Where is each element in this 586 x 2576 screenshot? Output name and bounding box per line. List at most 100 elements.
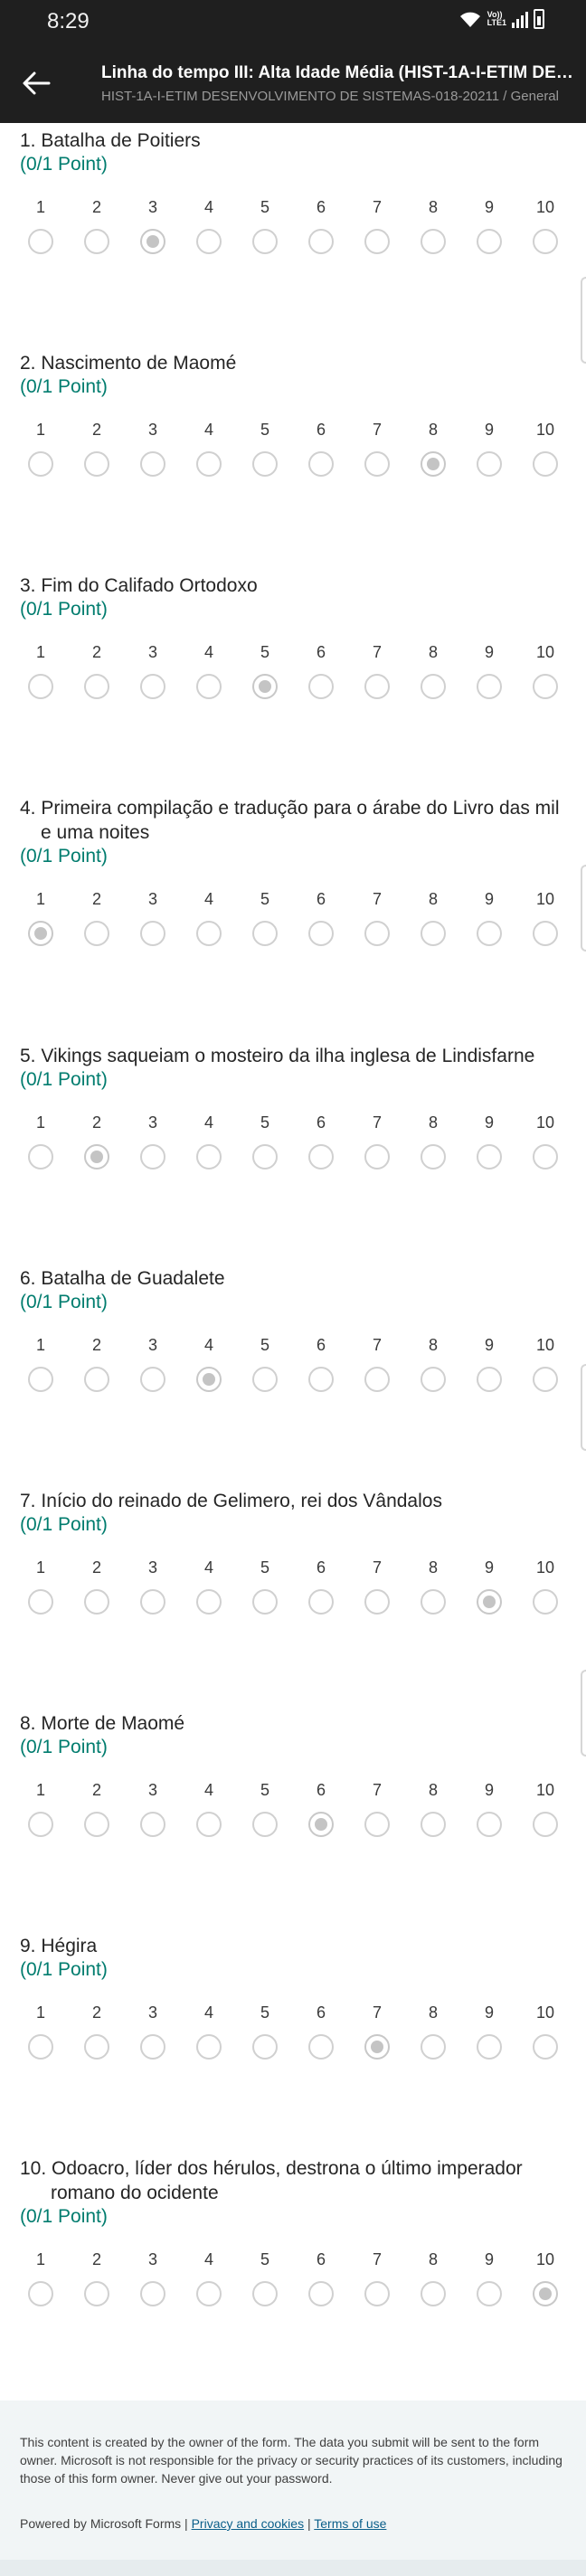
rating-option[interactable]: 3 bbox=[130, 198, 175, 254]
rating-option[interactable]: 9 bbox=[467, 1781, 512, 1837]
rating-option[interactable]: 7 bbox=[354, 643, 400, 699]
radio-button[interactable] bbox=[421, 2034, 446, 2060]
rating-option[interactable]: 4 bbox=[186, 643, 232, 699]
radio-button[interactable] bbox=[533, 1812, 558, 1837]
rating-option[interactable]: 5 bbox=[242, 890, 288, 946]
rating-option[interactable]: 2 bbox=[74, 2250, 119, 2306]
rating-option[interactable]: 6 bbox=[298, 421, 344, 477]
rating-option[interactable]: 5 bbox=[242, 1781, 288, 1837]
rating-option[interactable]: 5 bbox=[242, 643, 288, 699]
rating-option[interactable]: 5 bbox=[242, 421, 288, 477]
radio-button[interactable] bbox=[477, 229, 502, 254]
radio-button[interactable] bbox=[364, 1812, 390, 1837]
rating-option[interactable]: 3 bbox=[130, 421, 175, 477]
rating-option[interactable]: 4 bbox=[186, 1558, 232, 1615]
radio-button[interactable] bbox=[421, 1589, 446, 1615]
rating-option[interactable]: 7 bbox=[354, 1336, 400, 1392]
rating-option[interactable]: 7 bbox=[354, 1558, 400, 1615]
radio-button[interactable] bbox=[252, 1589, 278, 1615]
radio-button[interactable] bbox=[308, 2034, 334, 2060]
radio-button[interactable] bbox=[252, 921, 278, 946]
radio-button[interactable] bbox=[308, 921, 334, 946]
radio-button[interactable] bbox=[84, 1812, 109, 1837]
radio-button[interactable] bbox=[196, 229, 222, 254]
rating-option[interactable]: 9 bbox=[467, 890, 512, 946]
rating-option[interactable]: 1 bbox=[18, 1558, 63, 1615]
rating-option[interactable]: 4 bbox=[186, 421, 232, 477]
radio-button[interactable] bbox=[421, 921, 446, 946]
radio-button[interactable] bbox=[477, 921, 502, 946]
radio-button[interactable] bbox=[252, 2034, 278, 2060]
radio-button[interactable] bbox=[84, 229, 109, 254]
rating-option[interactable]: 5 bbox=[242, 198, 288, 254]
rating-option[interactable]: 6 bbox=[298, 198, 344, 254]
radio-button[interactable] bbox=[308, 229, 334, 254]
radio-button[interactable] bbox=[308, 674, 334, 699]
rating-option[interactable]: 8 bbox=[411, 2003, 456, 2060]
radio-button[interactable] bbox=[421, 674, 446, 699]
radio-button[interactable] bbox=[364, 229, 390, 254]
rating-option[interactable]: 8 bbox=[411, 1781, 456, 1837]
rating-option[interactable]: 9 bbox=[467, 2003, 512, 2060]
radio-button[interactable] bbox=[140, 1812, 165, 1837]
radio-selected[interactable] bbox=[196, 1367, 222, 1392]
radio-button[interactable] bbox=[28, 2281, 53, 2306]
rating-option[interactable]: 6 bbox=[298, 1336, 344, 1392]
rating-option[interactable]: 9 bbox=[467, 198, 512, 254]
radio-button[interactable] bbox=[477, 2034, 502, 2060]
rating-option[interactable]: 2 bbox=[74, 890, 119, 946]
radio-button[interactable] bbox=[308, 1367, 334, 1392]
rating-option[interactable]: 10 bbox=[523, 643, 568, 699]
radio-button[interactable] bbox=[196, 2034, 222, 2060]
radio-button[interactable] bbox=[196, 1812, 222, 1837]
rating-option[interactable]: 10 bbox=[523, 1781, 568, 1837]
rating-option[interactable]: 6 bbox=[298, 1113, 344, 1170]
radio-button[interactable] bbox=[28, 1367, 53, 1392]
rating-option[interactable]: 2 bbox=[74, 2003, 119, 2060]
rating-option[interactable]: 10 bbox=[523, 1558, 568, 1615]
rating-option[interactable]: 1 bbox=[18, 890, 63, 946]
radio-button[interactable] bbox=[84, 2034, 109, 2060]
radio-button[interactable] bbox=[140, 1589, 165, 1615]
radio-button[interactable] bbox=[140, 2281, 165, 2306]
rating-option[interactable]: 6 bbox=[298, 2003, 344, 2060]
radio-button[interactable] bbox=[533, 2034, 558, 2060]
rating-option[interactable]: 8 bbox=[411, 890, 456, 946]
radio-button[interactable] bbox=[196, 1589, 222, 1615]
radio-button[interactable] bbox=[308, 1589, 334, 1615]
rating-option[interactable]: 5 bbox=[242, 2003, 288, 2060]
rating-option[interactable]: 9 bbox=[467, 1558, 512, 1615]
rating-option[interactable]: 4 bbox=[186, 2250, 232, 2306]
rating-option[interactable]: 2 bbox=[74, 198, 119, 254]
radio-button[interactable] bbox=[140, 674, 165, 699]
rating-option[interactable]: 10 bbox=[523, 2003, 568, 2060]
rating-option[interactable]: 7 bbox=[354, 1781, 400, 1837]
rating-option[interactable]: 6 bbox=[298, 890, 344, 946]
radio-button[interactable] bbox=[84, 451, 109, 477]
rating-option[interactable]: 9 bbox=[467, 1336, 512, 1392]
rating-option[interactable]: 5 bbox=[242, 1558, 288, 1615]
radio-button[interactable] bbox=[477, 451, 502, 477]
rating-option[interactable]: 6 bbox=[298, 643, 344, 699]
radio-selected[interactable] bbox=[421, 451, 446, 477]
radio-button[interactable] bbox=[28, 1589, 53, 1615]
radio-selected[interactable] bbox=[140, 229, 165, 254]
radio-button[interactable] bbox=[196, 674, 222, 699]
rating-option[interactable]: 4 bbox=[186, 1113, 232, 1170]
rating-option[interactable]: 3 bbox=[130, 1558, 175, 1615]
rating-option[interactable]: 9 bbox=[467, 1113, 512, 1170]
radio-button[interactable] bbox=[477, 1144, 502, 1170]
rating-option[interactable]: 3 bbox=[130, 890, 175, 946]
rating-option[interactable]: 7 bbox=[354, 2250, 400, 2306]
radio-button[interactable] bbox=[252, 2281, 278, 2306]
rating-option[interactable]: 2 bbox=[74, 1113, 119, 1170]
rating-option[interactable]: 1 bbox=[18, 1781, 63, 1837]
rating-option[interactable]: 3 bbox=[130, 1781, 175, 1837]
radio-button[interactable] bbox=[533, 229, 558, 254]
rating-option[interactable]: 8 bbox=[411, 643, 456, 699]
radio-button[interactable] bbox=[421, 1144, 446, 1170]
rating-option[interactable]: 9 bbox=[467, 421, 512, 477]
radio-button[interactable] bbox=[533, 1589, 558, 1615]
radio-button[interactable] bbox=[252, 1812, 278, 1837]
rating-option[interactable]: 1 bbox=[18, 643, 63, 699]
